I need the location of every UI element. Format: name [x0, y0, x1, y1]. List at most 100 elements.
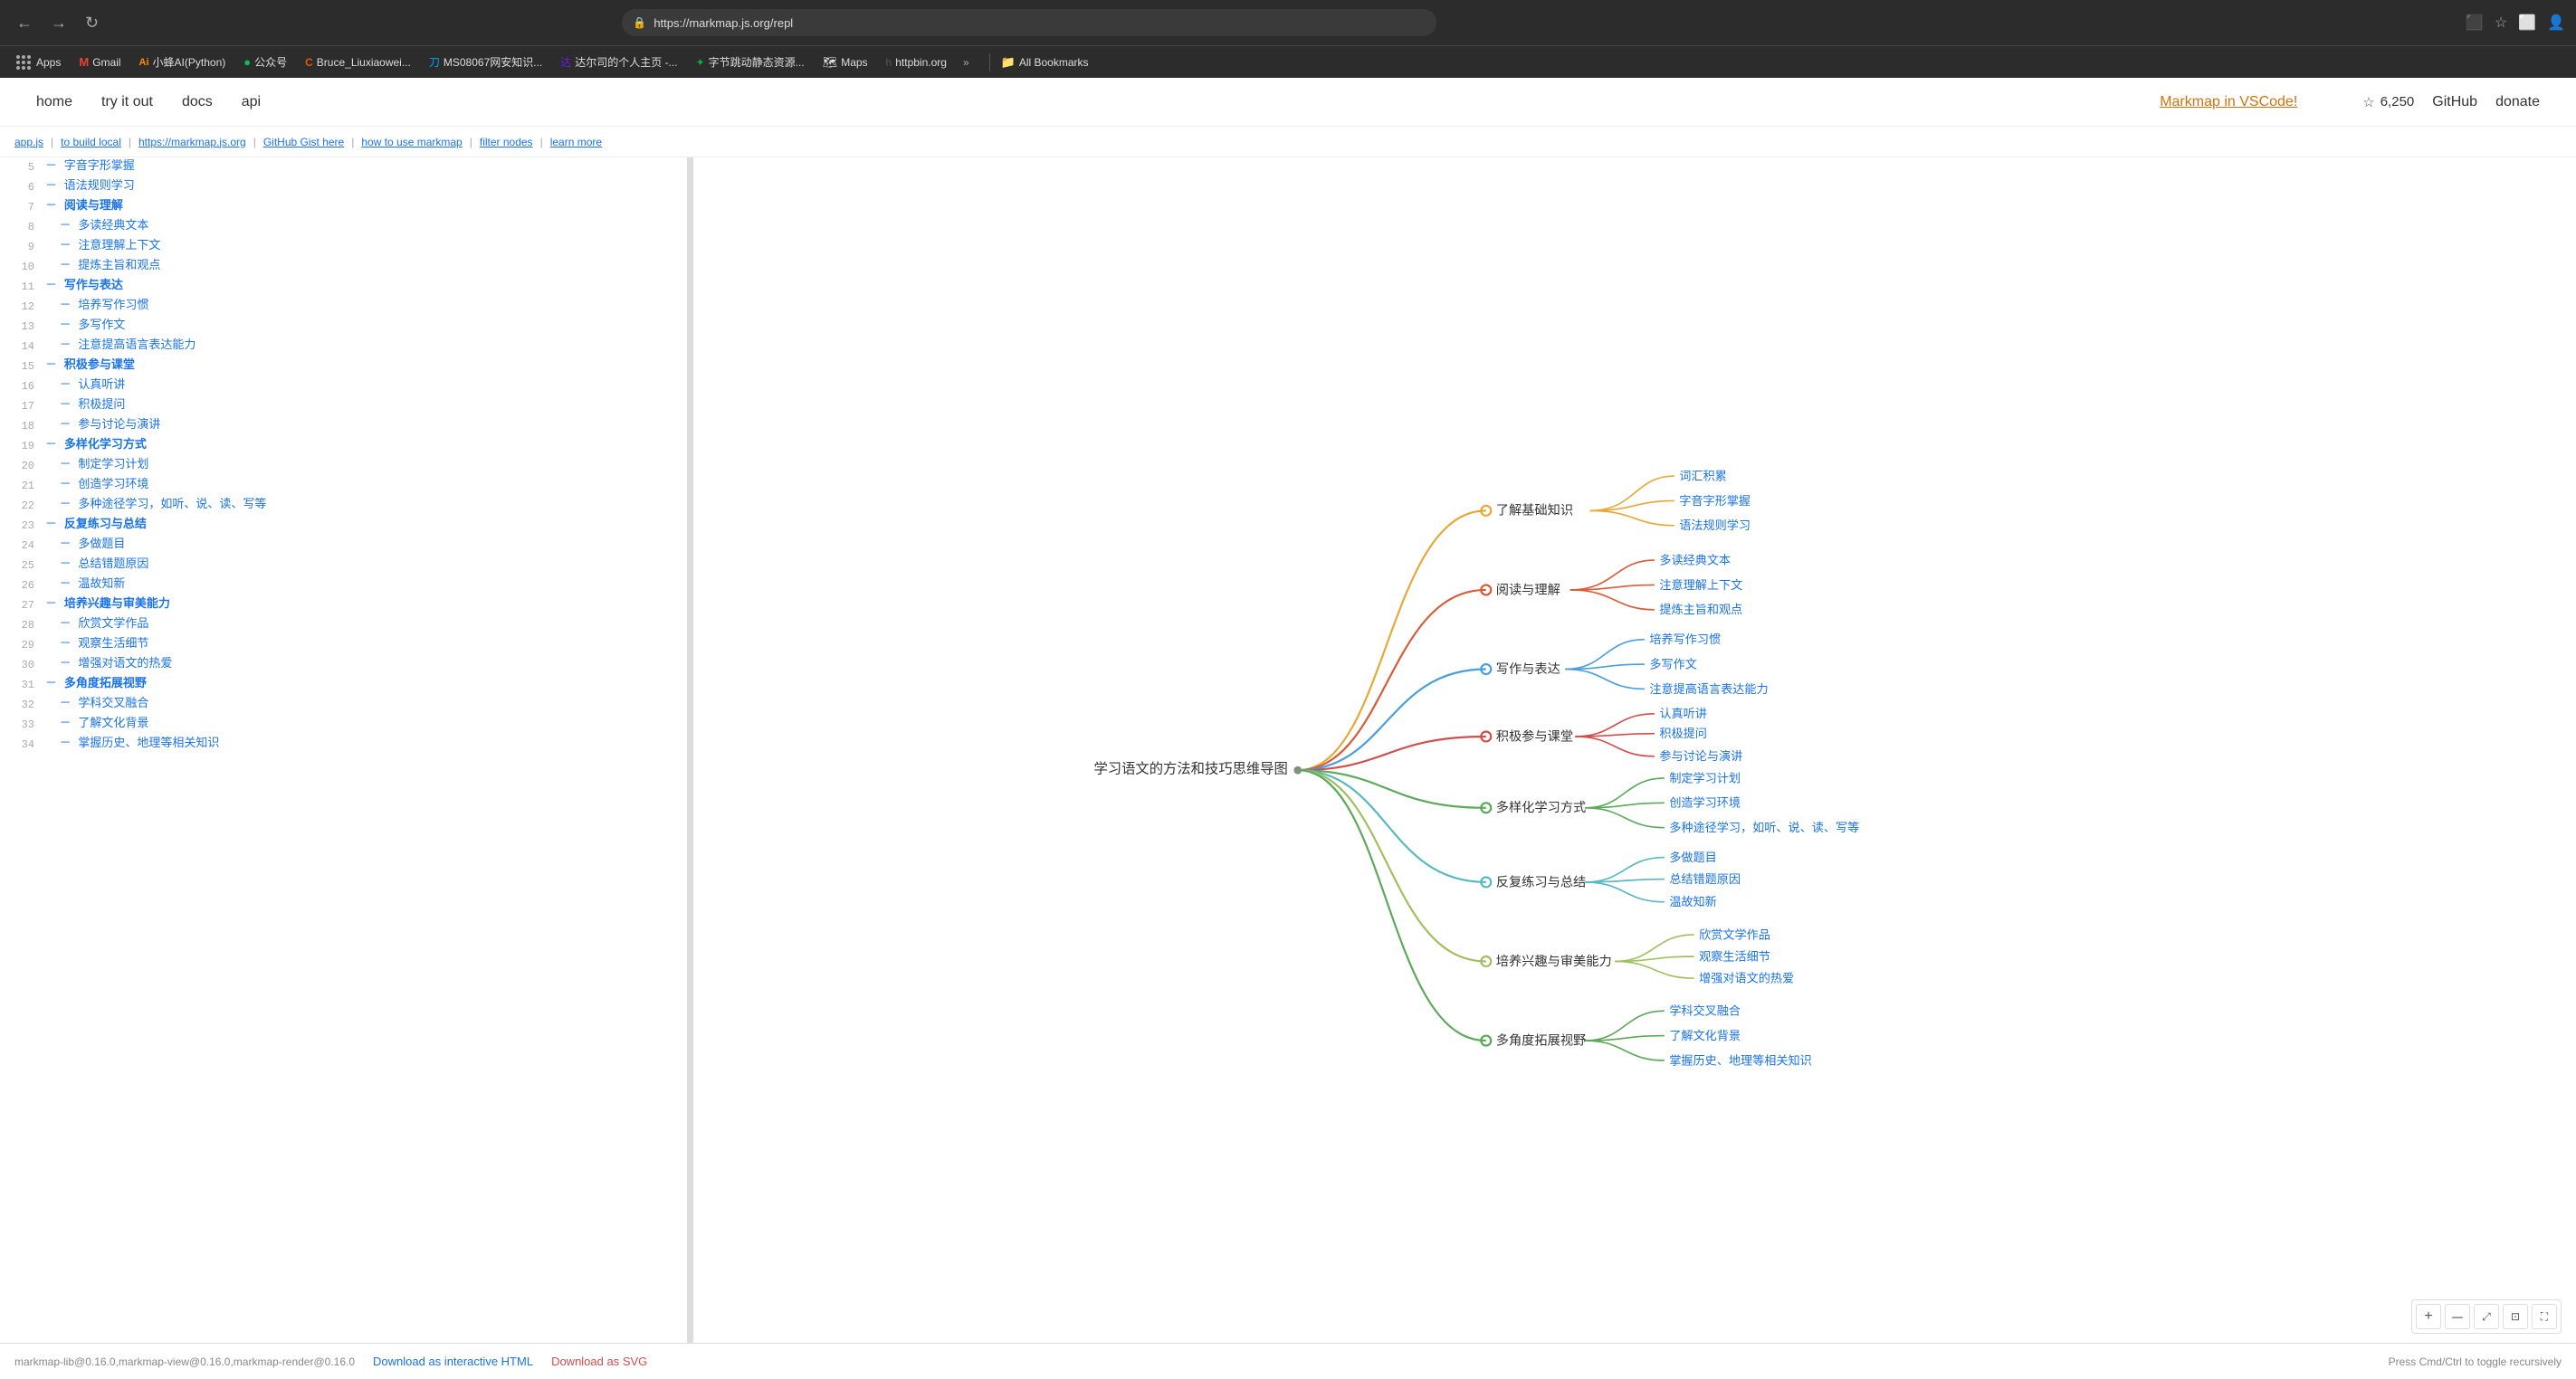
nav-try-it-out[interactable]: try it out — [101, 94, 153, 110]
root-label: 学习语文的方法和技巧思维导图 — [1093, 761, 1287, 776]
editor-line-25: 25 － 总结错题原因 — [0, 556, 687, 575]
gmail-icon: M — [79, 55, 89, 69]
bookmark-httpbin-label: httpbin.org — [895, 56, 947, 69]
bookmark-gmail[interactable]: M Gmail — [72, 52, 128, 71]
line-number-33: 33 — [7, 715, 34, 734]
branch-1-c2: 字音字形掌握 — [1679, 493, 1751, 508]
editor-line-13: 13 － 多写作文 — [0, 317, 687, 337]
bookmark-maps-label: Maps — [841, 56, 867, 69]
breadcrumb-link-6[interactable]: filter nodes — [480, 136, 533, 148]
editor-line-10: 10 － 提炼主旨和观点 — [0, 257, 687, 277]
bookmark-bruce-label: Bruce_Liuxiaowei... — [317, 56, 411, 69]
line-content-20: － 制定学习计划 — [45, 456, 680, 475]
editor-line-24: 24 － 多做题目 — [0, 536, 687, 556]
breadcrumb-link-1[interactable]: app.js — [14, 136, 43, 148]
vscode-link[interactable]: Markmap in VSCode! — [2160, 94, 2297, 110]
cast-icon[interactable]: ⬛ — [2466, 14, 2484, 32]
line-number-24: 24 — [7, 536, 34, 555]
refresh-button[interactable]: ↻ — [80, 10, 104, 36]
download-html-link[interactable]: Download as interactive HTML — [373, 1355, 533, 1368]
line-content-14: － 注意提高语言表达能力 — [45, 337, 680, 356]
bookmark-da[interactable]: 达 达尔司的个人主页 -... — [553, 52, 684, 72]
line-content-26: － 温故知新 — [45, 575, 680, 594]
branch-7-c3-path — [1615, 961, 1694, 978]
branch-2-c3-path — [1570, 590, 1655, 610]
branch-8-c2-path — [1585, 1036, 1665, 1041]
bookmark-apps[interactable]: Apps — [7, 51, 68, 74]
breadcrumb-link-3[interactable]: https://markmap.js.org — [138, 136, 246, 148]
editor-line-28: 28 － 欣赏文学作品 — [0, 615, 687, 635]
line-number-14: 14 — [7, 337, 34, 356]
line-content-29: － 观察生活细节 — [45, 635, 680, 654]
branch-8-c3-path — [1585, 1041, 1665, 1060]
breadcrumb-link-2[interactable]: to build local — [61, 136, 121, 148]
branch-4-c2: 积极提问 — [1659, 727, 1707, 740]
editor-panel[interactable]: 5 － 字音字形掌握 6 － 语法规则学习 7 － 阅读与理解 8 － 多读经典… — [0, 157, 688, 1379]
editor-line-6: 6 － 语法规则学习 — [0, 177, 687, 197]
line-number-26: 26 — [7, 575, 34, 594]
star-icon: ☆ — [2362, 94, 2374, 110]
branch-3-c2: 多写作文 — [1649, 656, 1697, 670]
folder-icon: 📁 — [1001, 55, 1016, 70]
breadcrumb-row: app.js | to build local | https://markma… — [0, 127, 2576, 157]
branch-7-c1: 欣赏文学作品 — [1699, 927, 1770, 941]
version-text: markmap-lib@0.16.0,markmap-view@0.16.0,m… — [14, 1355, 355, 1368]
branch-6-path — [1298, 770, 1486, 882]
line-number-34: 34 — [7, 735, 34, 754]
branch-5-label: 多样化学习方式 — [1496, 800, 1587, 815]
breadcrumb-link-7[interactable]: learn more — [550, 136, 602, 148]
profile-icon[interactable]: 👤 — [2547, 14, 2565, 32]
line-content-33: － 了解文化背景 — [45, 715, 680, 734]
mindmap-panel[interactable]: 学习语文的方法和技巧思维导图 了解基础知识 词汇积累 字音字形掌握 语法规则学习… — [693, 157, 2576, 1379]
download-svg-link[interactable]: Download as SVG — [551, 1355, 647, 1368]
bookmark-gzh[interactable]: ● 公众号 — [236, 52, 294, 72]
address-bar[interactable]: 🔒 https://markmap.js.org/repl — [622, 9, 1436, 36]
editor-line-29: 29 － 观察生活细节 — [0, 635, 687, 655]
main-content: 5 － 字音字形掌握 6 － 语法规则学习 7 － 阅读与理解 8 － 多读经典… — [0, 157, 2576, 1379]
breadcrumb-link-5[interactable]: how to use markmap — [361, 136, 462, 148]
all-bookmarks-button[interactable]: 📁 All Bookmarks — [994, 52, 1096, 72]
line-content-22: － 多种途径学习，如听、说、读、写等 — [45, 496, 680, 515]
nav-github[interactable]: GitHub — [2432, 94, 2477, 110]
star-count-widget[interactable]: ☆ 6,250 — [2362, 94, 2414, 110]
branch-2-c3: 提炼主旨和观点 — [1659, 603, 1742, 616]
line-number-30: 30 — [7, 655, 34, 674]
zoom-out-button[interactable]: － — [2445, 1304, 2470, 1329]
editor-line-8: 8 － 多读经典文本 — [0, 217, 687, 237]
nav-home[interactable]: home — [36, 94, 72, 110]
breadcrumb-link-4[interactable]: GitHub Gist here — [263, 136, 344, 148]
bookmark-ms[interactable]: 刀 MS08067网安知识... — [422, 52, 549, 72]
more-bookmarks-button[interactable]: » — [958, 53, 975, 71]
bookmark-httpbin[interactable]: h httpbin.org — [879, 53, 954, 71]
nav-api[interactable]: api — [242, 94, 261, 110]
line-content-15: － 积极参与课堂 — [45, 357, 680, 376]
forward-button[interactable]: → — [45, 10, 72, 36]
nav-donate[interactable]: donate — [2495, 94, 2540, 110]
line-number-29: 29 — [7, 635, 34, 654]
bookmark-apps-label: Apps — [36, 56, 61, 69]
branch-3-c2-path — [1565, 664, 1645, 669]
branch-4-label: 积极参与课堂 — [1496, 728, 1573, 744]
fullscreen-button[interactable]: ⛶ — [2532, 1304, 2557, 1329]
zoom-reset-button[interactable]: ⊡ — [2503, 1304, 2528, 1329]
back-button[interactable]: ← — [11, 10, 38, 36]
line-number-22: 22 — [7, 496, 34, 515]
zoom-in-button[interactable]: + — [2416, 1304, 2441, 1329]
tab-icon[interactable]: ⬜ — [2518, 14, 2536, 32]
bookmark-maps[interactable]: 🗺 Maps — [816, 52, 875, 72]
ms-icon: 刀 — [429, 54, 440, 70]
branch-5-c3: 多种途径学习，如听、说、读、写等 — [1669, 820, 1859, 834]
bookmark-zi[interactable]: ✦ 字节跳动静态资源... — [689, 52, 812, 72]
bookmark-ai[interactable]: Ai 小蜂AI(Python) — [132, 52, 234, 72]
branch-7-path — [1298, 770, 1486, 961]
nav-docs[interactable]: docs — [182, 94, 213, 110]
bookmark-da-label: 达尔司的个人主页 -... — [575, 54, 677, 70]
branch-6-c1-path — [1585, 858, 1665, 882]
star-icon[interactable]: ☆ — [2495, 14, 2507, 32]
zoom-fit-button[interactable]: ⤢ — [2474, 1304, 2499, 1329]
branch-3-c3: 注意提高语言表达能力 — [1649, 681, 1768, 696]
line-content-17: － 积极提问 — [45, 396, 680, 415]
all-bookmarks-label: All Bookmarks — [1019, 56, 1089, 69]
line-number-11: 11 — [7, 277, 34, 296]
bookmark-bruce[interactable]: C Bruce_Liuxiaowei... — [298, 53, 418, 71]
